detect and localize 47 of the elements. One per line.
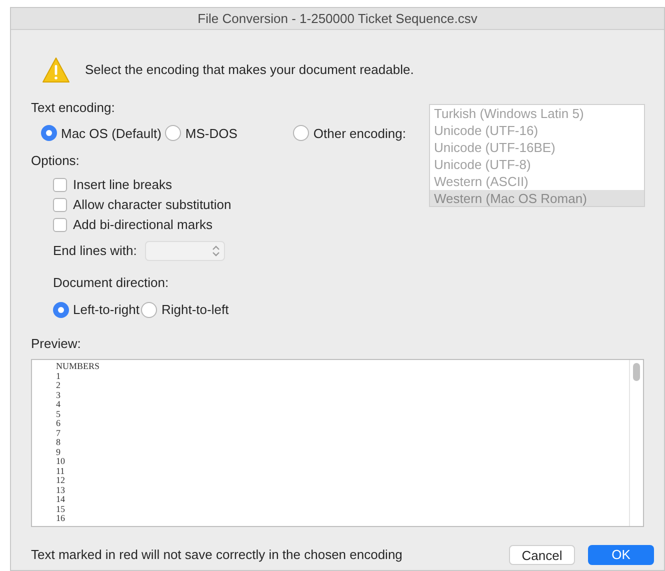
preview-line: 15 [56, 504, 66, 514]
checkbox-label: Insert line breaks [73, 176, 172, 194]
preview-line: 14 [56, 495, 66, 504]
preview-line: 4 [56, 400, 62, 410]
preview-line: 12 [56, 476, 66, 486]
radio-label: MS-DOS [185, 124, 238, 142]
checkbox[interactable] [53, 178, 67, 192]
section-label: Document direction: [52, 274, 170, 292]
section-label: Options: [31, 152, 80, 170]
window-title: File Conversion - 1-250000 Ticket Sequence.csv [11, 8, 664, 30]
message-text: Select the encoding that makes your document readable. [85, 61, 414, 80]
end-lines-label: End lines with: [53, 242, 137, 260]
end-lines-dropdown[interactable] [144, 240, 225, 260]
preview-line: 8 [56, 438, 62, 448]
radio-label: Mac OS (Default) [61, 124, 162, 143]
scroll-thumb[interactable] [633, 363, 640, 381]
preview-line: 11 [56, 466, 66, 476]
ok-button[interactable]: OK [588, 545, 654, 565]
radio-button[interactable] [165, 125, 182, 142]
preview-line: 10 [56, 457, 66, 466]
preview-line: NUMBERS [56, 362, 101, 372]
checkbox-label: Add bi-directional marks [73, 216, 212, 234]
radio-label: Other encoding: [313, 124, 406, 143]
checkbox[interactable] [53, 198, 67, 212]
checkbox[interactable] [53, 218, 67, 232]
updown-chevron-icon [212, 244, 220, 256]
preview-line: 1 [56, 372, 62, 381]
radio-button[interactable] [293, 125, 310, 142]
preview-line: 3 [56, 390, 62, 400]
section-label: Preview: [30, 334, 82, 352]
preview-line: 9 [56, 448, 62, 457]
radio-button[interactable] [141, 302, 158, 318]
radio-label: Left-to-right [73, 301, 140, 319]
checkbox-label: Allow character substitution [73, 196, 232, 214]
preview-line: 13 [56, 486, 66, 495]
footer-note: Text marked in red will not save correctly in the chosen encoding [31, 546, 404, 564]
radio-button[interactable] [41, 125, 57, 142]
preview-line: 16 [56, 514, 66, 524]
radio-label: Right-to-left [161, 301, 229, 319]
section-label: Text encoding: [31, 99, 116, 117]
preview-line: 5 [56, 410, 62, 419]
preview-line: 2 [56, 381, 62, 390]
preview-line: 7 [56, 428, 62, 438]
radio-button[interactable] [53, 302, 69, 318]
preview-line: 6 [56, 419, 62, 428]
cancel-button[interactable]: Cancel [509, 545, 575, 565]
warning-icon [41, 56, 71, 84]
